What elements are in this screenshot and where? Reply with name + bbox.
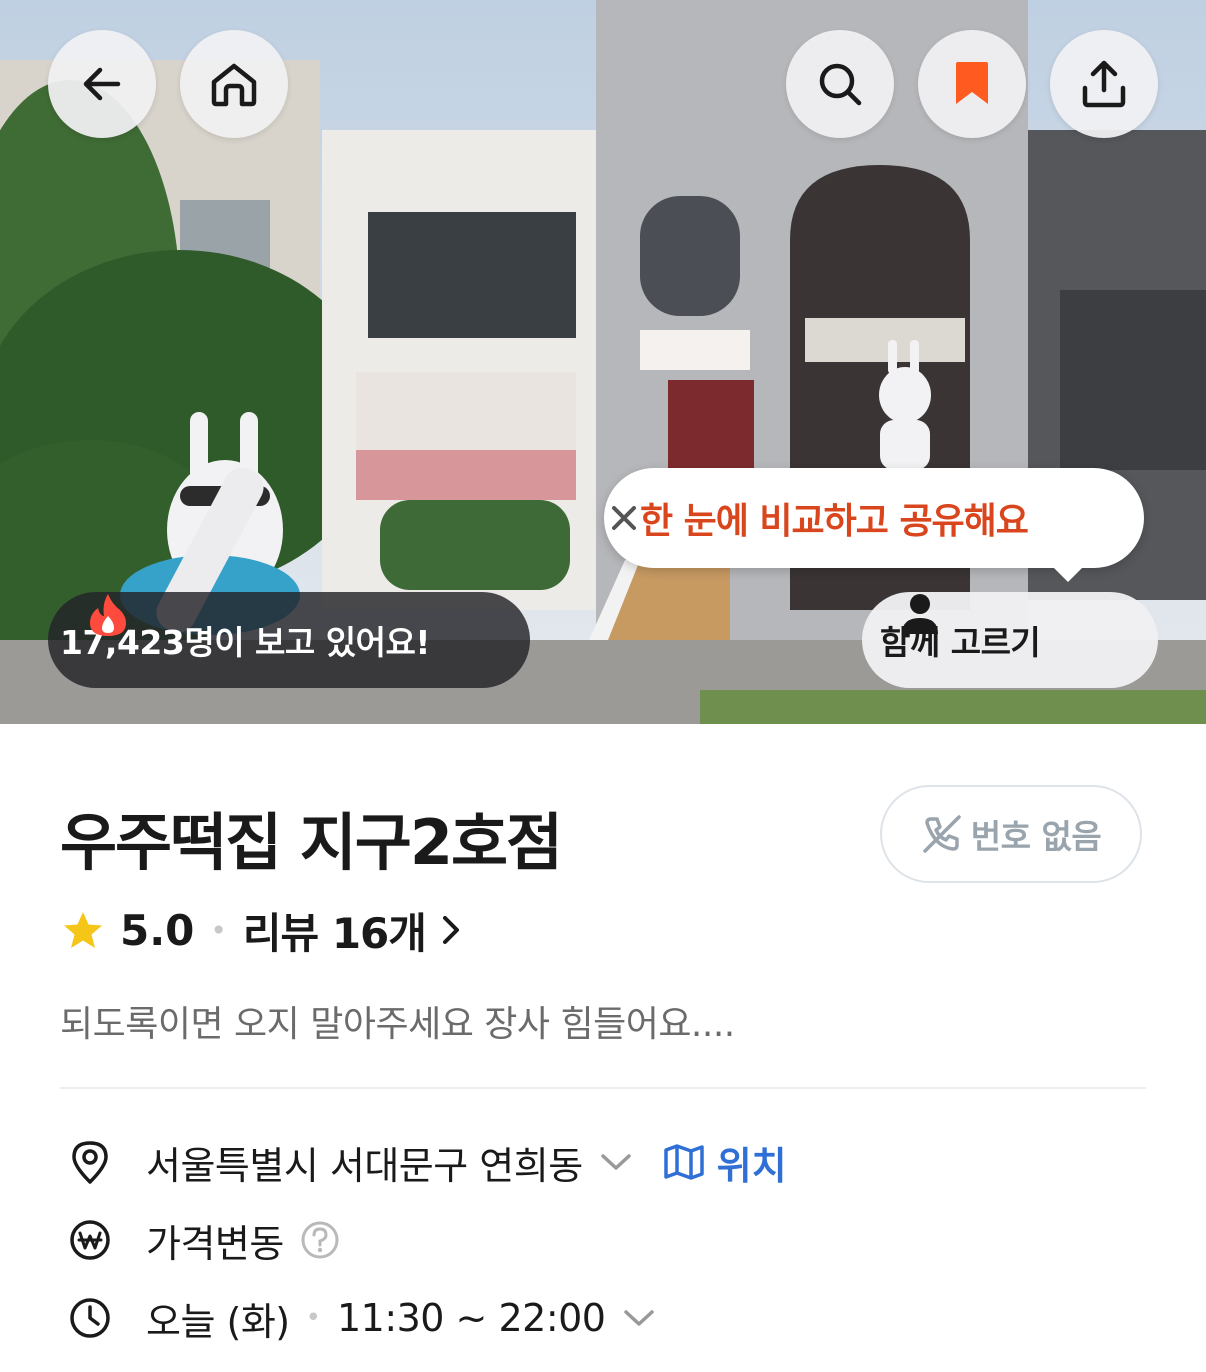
bookmark-button[interactable] <box>918 30 1026 138</box>
location-link[interactable]: 위치 <box>663 1135 787 1190</box>
hours-time: 11:30 ~ 22:00 <box>336 1296 606 1340</box>
chevron-down-icon[interactable] <box>599 1151 633 1173</box>
no-phone-button[interactable]: 번호 없음 <box>880 785 1142 883</box>
location-link-label: 위치 <box>716 1143 787 1188</box>
map-icon <box>663 1144 704 1180</box>
home-button[interactable] <box>180 30 288 138</box>
hours-separator: • <box>305 1303 321 1333</box>
hours-row[interactable]: 오늘 (화) • 11:30 ~ 22:00 <box>68 1288 656 1348</box>
reviews-link[interactable]: 리뷰 16개 <box>243 900 427 961</box>
share-button[interactable] <box>1050 30 1158 138</box>
choose-together-button[interactable]: 함께 고르기 <box>862 592 1158 688</box>
no-phone-label: 번호 없음 <box>970 817 1102 856</box>
share-icon <box>1082 60 1126 108</box>
address-row[interactable]: 서울특별시 서대문구 연희동 위치 <box>68 1132 787 1192</box>
back-button[interactable] <box>48 30 156 138</box>
price-row: 가격변동 <box>68 1210 340 1270</box>
clock-icon <box>68 1296 112 1340</box>
star-icon <box>64 912 102 948</box>
person-icon <box>902 594 938 634</box>
arrow-left-icon <box>83 67 121 101</box>
hours-day: 오늘 (화) <box>146 1299 290 1344</box>
rating-score: 5.0 <box>120 905 195 955</box>
search-icon <box>819 63 862 106</box>
tooltip-tail <box>1052 566 1084 582</box>
help-icon[interactable] <box>300 1220 340 1260</box>
price-text: 가격변동 <box>146 1221 284 1266</box>
phone-off-icon <box>923 815 961 853</box>
rating-row[interactable]: 5.0 • 리뷰 16개 <box>62 900 462 960</box>
rating-separator: • <box>210 913 227 947</box>
bookmark-icon <box>956 62 988 104</box>
fire-icon <box>90 594 126 636</box>
address-text: 서울특별시 서대문구 연희동 <box>146 1143 583 1188</box>
viewers-badge: 17,423명이 보고 있어요! <box>48 592 530 688</box>
close-icon[interactable] <box>604 498 644 538</box>
pin-icon <box>68 1140 112 1184</box>
chevron-right-icon <box>442 916 459 944</box>
place-description: 되도록이면 오지 말아주세요 장사 힘들어요.... <box>60 1004 735 1045</box>
tooltip-text: 한 눈에 비교하고 공유해요 <box>640 501 1029 542</box>
home-icon <box>211 63 257 107</box>
hero-photo[interactable]: 17,423명이 보고 있어요! 한 눈에 비교하고 공유해요 함께 고르기 <box>0 0 1206 724</box>
search-button[interactable] <box>786 30 894 138</box>
place-name: 우주떡집 지구2호점 <box>60 806 563 879</box>
won-icon <box>68 1218 112 1262</box>
chevron-down-icon[interactable] <box>622 1307 656 1329</box>
section-divider <box>60 1087 1146 1089</box>
compare-share-tooltip: 한 눈에 비교하고 공유해요 <box>604 468 1144 582</box>
